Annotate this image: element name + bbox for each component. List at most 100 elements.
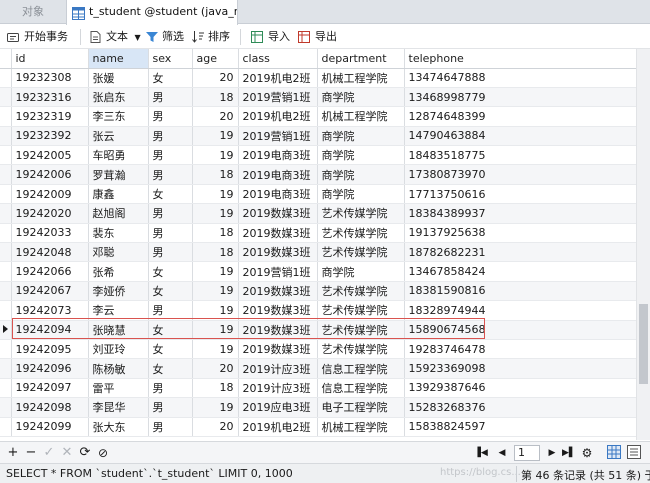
cell-class[interactable]: 2019电商3班 [238, 184, 318, 205]
table-row[interactable]: 19242095 刘亚玲女 19 2019数媒3班 艺术传媒学院 19283746478 [0, 339, 636, 360]
table-row[interactable]: 19242098 李昆华男 19 2019应电3班 电子工程学院 15283268376 [0, 397, 636, 418]
delete-record-button[interactable]: − [24, 445, 38, 461]
cell-telephone[interactable]: 13929387646 [404, 378, 636, 399]
cell-name[interactable]: 雷平 [88, 378, 149, 399]
row-gutter[interactable] [0, 68, 12, 88]
column-header-department[interactable]: department [317, 49, 405, 69]
cell-name[interactable]: 邓聪 [88, 242, 149, 263]
previous-page-icon[interactable]: ◀ [496, 445, 508, 461]
cell-name[interactable]: 张希 [88, 261, 149, 282]
cell-department[interactable]: 商学院 [317, 184, 405, 205]
cell-telephone[interactable]: 19283746478 [404, 339, 636, 360]
cell-department[interactable]: 机械工程学院 [317, 68, 405, 88]
import-button[interactable]: 导入 [250, 28, 290, 46]
cell-telephone[interactable]: 13468998779 [404, 87, 636, 108]
row-gutter[interactable] [0, 417, 12, 437]
table-row[interactable]: 19242094 张晓慧女 19 2019数媒3班 艺术传媒学院 15890674568 [0, 320, 636, 340]
row-gutter[interactable] [0, 320, 12, 340]
form-view-icon[interactable] [626, 445, 642, 461]
cell-class[interactable]: 2019数媒3班 [238, 203, 318, 224]
cell-department[interactable]: 机械工程学院 [317, 417, 405, 437]
cell-age[interactable]: 20 [192, 417, 239, 437]
begin-transaction-button[interactable]: 开始事务 [6, 28, 68, 46]
column-header-id[interactable]: id [11, 49, 89, 69]
filter-button[interactable]: 筛选 [145, 28, 184, 46]
cell-sex[interactable]: 女 [148, 281, 193, 302]
cell-telephone[interactable]: 15838824597 [404, 417, 636, 437]
cell-telephone[interactable]: 18483518775 [404, 145, 636, 166]
cell-department[interactable]: 艺术传媒学院 [317, 339, 405, 360]
table-row[interactable]: 19242097 雷平男 18 2019计应3班 信息工程学院 13929387646 [0, 378, 636, 399]
cell-telephone[interactable]: 15890674568 [404, 320, 636, 340]
table-row[interactable]: 19242099 张大东男 20 2019机电2班 机械工程学院 15838824597 [0, 417, 636, 437]
table-row[interactable]: 19232392 张云男 19 2019营销1班 商学院 14790463884 [0, 126, 636, 147]
cell-sex[interactable]: 男 [148, 106, 193, 127]
cell-age[interactable]: 19 [192, 126, 239, 147]
cell-id[interactable]: 19242094 [11, 320, 89, 340]
cell-name[interactable]: 李云 [88, 300, 149, 321]
cell-class[interactable]: 2019营销1班 [238, 87, 318, 108]
gear-icon[interactable]: ⚙ [580, 445, 594, 461]
table-row[interactable]: 19242067 李娅侨女 19 2019数媒3班 艺术传媒学院 18381590816 [0, 281, 636, 302]
cell-sex[interactable]: 女 [148, 358, 193, 379]
cell-sex[interactable]: 男 [148, 300, 193, 321]
cell-class[interactable]: 2019数媒3班 [238, 300, 318, 321]
cell-id[interactable]: 19242006 [11, 164, 89, 185]
cell-name[interactable]: 赵旭阁 [88, 203, 149, 224]
cell-class[interactable]: 2019机电2班 [238, 106, 318, 127]
row-gutter[interactable] [0, 397, 12, 418]
cell-department[interactable]: 商学院 [317, 145, 405, 166]
cell-sex[interactable]: 男 [148, 397, 193, 418]
cell-name[interactable]: 张云 [88, 126, 149, 147]
next-page-icon[interactable]: ▶ [546, 445, 558, 461]
cell-department[interactable]: 信息工程学院 [317, 358, 405, 379]
cell-telephone[interactable]: 17713750616 [404, 184, 636, 205]
table-row[interactable]: 19242006 罗茸瀚男 18 2019电商3班 商学院 17380873970 [0, 164, 636, 185]
cell-department[interactable]: 艺术传媒学院 [317, 300, 405, 321]
row-gutter[interactable] [0, 164, 12, 185]
tab-objects[interactable]: 对象 [0, 0, 66, 24]
cell-age[interactable]: 18 [192, 223, 239, 244]
table-row[interactable]: 19232319 李三东男 20 2019机电2班 机械工程学院 12874648399 [0, 106, 636, 127]
cell-age[interactable]: 19 [192, 320, 239, 340]
cell-class[interactable]: 2019计应3班 [238, 358, 318, 379]
last-page-icon[interactable]: ▶▌ [562, 445, 576, 461]
table-row[interactable]: 19242073 李云男 19 2019数媒3班 艺术传媒学院 18328974944 [0, 300, 636, 321]
cell-id[interactable]: 19242005 [11, 145, 89, 166]
tab-t-student[interactable]: t_student @student (java_m... [66, 0, 238, 25]
cell-class[interactable]: 2019数媒3班 [238, 281, 318, 302]
cell-telephone[interactable]: 12874648399 [404, 106, 636, 127]
cell-class[interactable]: 2019应电3班 [238, 397, 318, 418]
discard-changes-button[interactable]: ✕ [60, 445, 74, 461]
cell-class[interactable]: 2019电商3班 [238, 164, 318, 185]
column-header-name[interactable]: name [88, 49, 149, 69]
column-header-class[interactable]: class [238, 49, 318, 69]
scrollbar-thumb[interactable] [639, 304, 648, 384]
cell-department[interactable]: 信息工程学院 [317, 378, 405, 399]
refresh-button[interactable]: ⟳ [78, 445, 92, 461]
row-gutter[interactable] [0, 145, 12, 166]
row-gutter[interactable] [0, 378, 12, 399]
cell-name[interactable]: 罗茸瀚 [88, 164, 149, 185]
cell-class[interactable]: 2019数媒3班 [238, 242, 318, 263]
row-gutter[interactable] [0, 126, 12, 147]
grid-view-icon[interactable] [606, 445, 622, 461]
cell-sex[interactable]: 男 [148, 203, 193, 224]
table-row[interactable]: 19232308 张媛女 20 2019机电2班 机械工程学院 13474647888 [0, 68, 636, 88]
cell-telephone[interactable]: 13467858424 [404, 261, 636, 282]
cell-name[interactable]: 车昭勇 [88, 145, 149, 166]
cell-sex[interactable]: 男 [148, 87, 193, 108]
cell-age[interactable]: 19 [192, 145, 239, 166]
table-row[interactable]: 19232316 张启东男 18 2019营销1班 商学院 13468998779 [0, 87, 636, 108]
column-header-age[interactable]: age [192, 49, 239, 69]
cell-telephone[interactable]: 18782682231 [404, 242, 636, 263]
row-gutter[interactable] [0, 223, 12, 244]
table-row[interactable]: 19242020 赵旭阁男 19 2019数媒3班 艺术传媒学院 18384389937 [0, 203, 636, 224]
table-row[interactable]: 19242096 陈杨敏女 20 2019计应3班 信息工程学院 15923369098 [0, 358, 636, 379]
cell-name[interactable]: 陈杨敏 [88, 358, 149, 379]
cell-age[interactable]: 19 [192, 339, 239, 360]
row-gutter[interactable] [0, 300, 12, 321]
row-gutter[interactable] [0, 87, 12, 108]
row-gutter[interactable] [0, 184, 12, 205]
cell-sex[interactable]: 女 [148, 320, 193, 340]
